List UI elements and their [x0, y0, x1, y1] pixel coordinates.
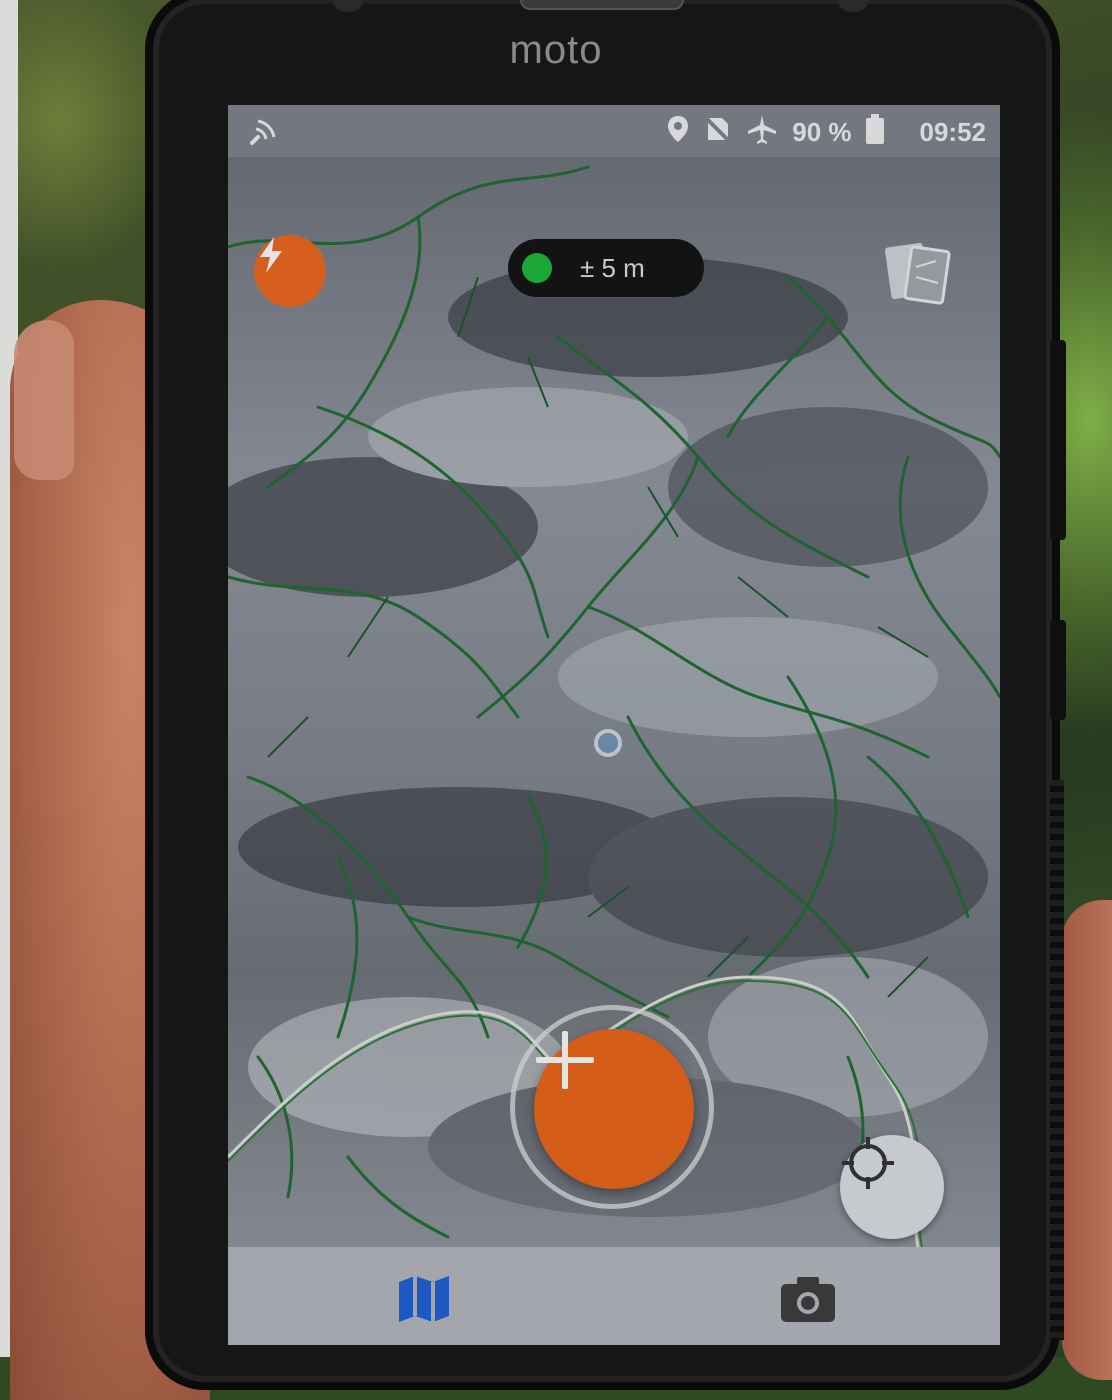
gps-status-dot [522, 253, 552, 283]
status-bar: 90 % 09:52 [228, 105, 1000, 157]
tab-camera[interactable] [778, 1273, 838, 1329]
location-icon [666, 114, 690, 151]
brand-logo: moto [509, 28, 603, 72]
quick-action-button[interactable] [254, 235, 326, 307]
bottom-navigation [228, 1247, 1000, 1345]
no-sim-icon [704, 114, 732, 151]
layers-button[interactable] [878, 237, 958, 307]
current-location-marker [594, 729, 622, 757]
airplane-mode-icon [746, 113, 778, 152]
right-fingers [1062, 900, 1112, 1380]
add-observation-button[interactable] [534, 1029, 694, 1189]
phone-screen: 90 % 09:52 ± 5 m [228, 105, 1000, 1345]
status-icons: 90 % 09:52 [666, 113, 986, 152]
tab-map[interactable] [394, 1273, 454, 1329]
power-button[interactable] [1050, 620, 1066, 720]
map-icon [397, 1274, 451, 1329]
left-thumb [14, 320, 74, 480]
signal-search-icon [246, 115, 280, 156]
clock: 09:52 [919, 117, 987, 147]
volume-button[interactable] [1050, 340, 1066, 540]
camera-icon [779, 1274, 837, 1329]
gps-accuracy-indicator: ± 5 m [508, 239, 704, 297]
battery-icon [865, 114, 884, 151]
earpiece [520, 0, 684, 10]
rugged-grip [1050, 780, 1064, 1340]
topographic-map[interactable]: ± 5 m [228, 157, 1000, 1287]
battery-percent: 90 % [792, 117, 852, 147]
gps-accuracy-value: ± 5 m [580, 252, 645, 283]
locate-me-button[interactable] [840, 1135, 944, 1239]
